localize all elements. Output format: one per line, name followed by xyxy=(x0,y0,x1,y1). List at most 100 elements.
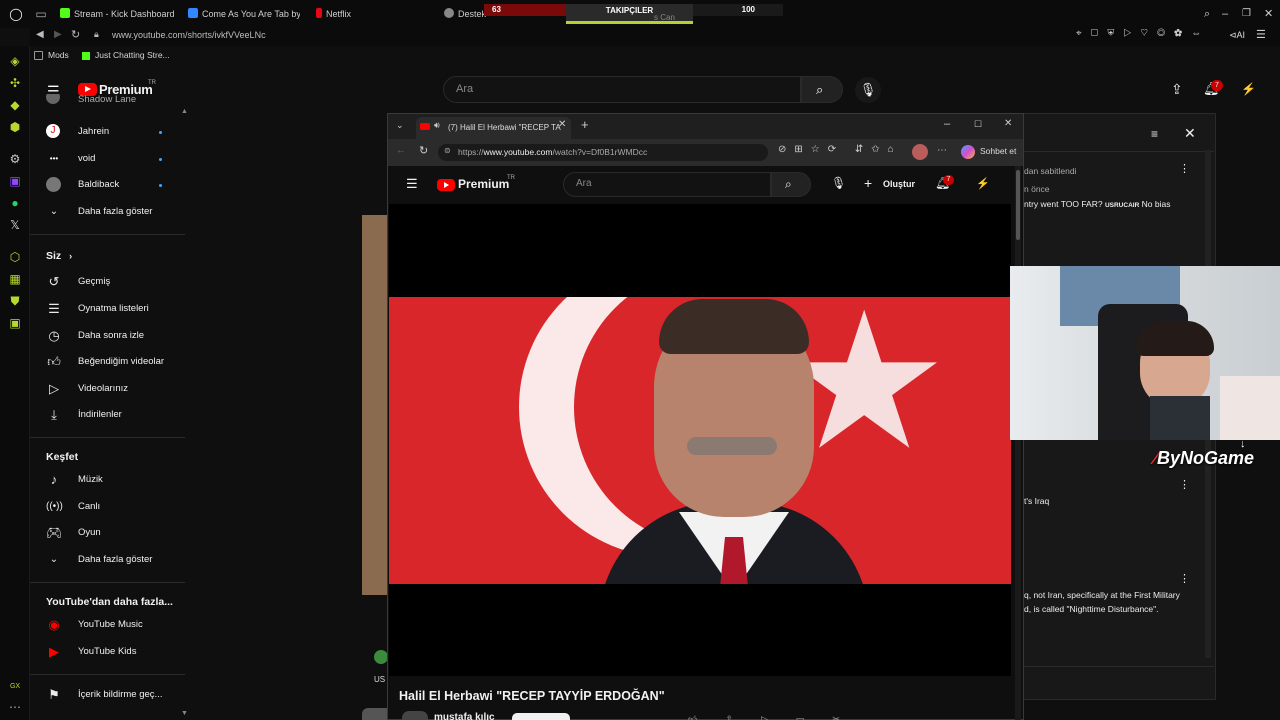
tab-kick-dashboard[interactable]: Stream - Kick Dashboard xyxy=(60,5,186,23)
sidebar-item-history[interactable]: ↺ Geçmiş xyxy=(30,269,185,295)
sidebar-item-sub-0[interactable]: Shadow Lane xyxy=(30,94,185,108)
maximize-icon[interactable]: ☐ xyxy=(974,119,982,130)
voice-search-icon[interactable]: 🎙︎ xyxy=(831,176,846,190)
sidebar-item-playlists[interactable]: ☰ Oynatma listeleri xyxy=(30,296,185,322)
tab-workspace-icon[interactable]: ▭ xyxy=(34,7,48,21)
voice-search-icon[interactable]: 🎙︎ xyxy=(855,77,881,103)
gx-box-icon[interactable]: ▣ xyxy=(8,316,22,330)
channel-avatar[interactable] xyxy=(402,711,428,720)
plus-icon: + xyxy=(864,175,873,191)
reload-icon[interactable]: ↻ xyxy=(419,144,428,157)
bookmark-just-chatting[interactable]: Just Chatting Stre... xyxy=(95,50,170,60)
maximize-icon[interactable]: ❐ xyxy=(1242,5,1254,23)
comment-menu-icon[interactable]: ⋮ xyxy=(1179,572,1190,585)
you-heading[interactable]: Siz › xyxy=(46,250,72,262)
scroll-up-icon[interactable]: ▲ xyxy=(181,108,188,115)
sidebar-item-your-videos[interactable]: ▷ Videolarınız xyxy=(30,376,185,402)
scrollbar-thumb[interactable] xyxy=(1016,170,1020,240)
settings-icon[interactable]: ⚙ xyxy=(8,152,22,166)
sidebar-item-gaming[interactable]: 🎮︎ Oyun xyxy=(30,520,185,546)
close-window-icon[interactable]: ✕ xyxy=(1264,5,1276,23)
comment-menu-icon[interactable]: ⋮ xyxy=(1179,478,1190,491)
whatsapp-icon[interactable]: ● xyxy=(8,196,22,210)
yt-sidebar: Shadow Lane ▲ J Jahrein ••• void Baldiba… xyxy=(30,94,188,720)
sidebar-item-liked[interactable]: 👍︎ Beğendiğim videolar xyxy=(30,349,185,375)
sidebar-item-live[interactable]: ((•)) Canlı xyxy=(30,494,185,520)
ai-button[interactable]: ⊲AI xyxy=(1229,30,1245,41)
popup-search-input[interactable]: Ara xyxy=(563,172,771,197)
more-icon[interactable]: ⋯ xyxy=(937,145,947,156)
forward-icon[interactable]: ▶ xyxy=(54,29,62,40)
sidebar-item-music[interactable]: ♪ Müzik xyxy=(30,467,185,493)
search-button[interactable]: ⌕ xyxy=(801,76,843,103)
action-buttons[interactable]: 👍︎⇧▷▭✂ xyxy=(688,714,868,720)
new-tab-icon[interactable]: + xyxy=(581,117,589,132)
site-info-icon[interactable]: ⊜ xyxy=(444,146,451,155)
popup-scrollbar[interactable] xyxy=(1015,166,1021,720)
sidebar-item-report-history[interactable]: ⚑ İçerik bildirme geç... xyxy=(30,682,185,708)
sidebar-item-downloads[interactable]: ⤓ İndirilenler xyxy=(30,402,185,428)
sort-icon[interactable]: ≡ xyxy=(1151,127,1158,141)
gx-news-icon[interactable]: ◆ xyxy=(8,98,22,112)
tab-come-as-you-are[interactable]: Come As You Are Tab by xyxy=(188,5,300,23)
url-field[interactable]: www.youtube.com/shorts/ivkfVVeeLNc xyxy=(112,30,266,40)
hamburger-icon[interactable]: ☰ xyxy=(406,176,418,192)
background-short-video[interactable] xyxy=(362,215,387,595)
gx-grid-icon[interactable]: ▦ xyxy=(8,272,22,286)
bg-video-button[interactable] xyxy=(362,708,387,720)
sidebar-item-watch-later[interactable]: ◷ Daha sonra izle xyxy=(30,323,185,349)
channel-name[interactable]: mustafa kılıç xyxy=(434,712,495,720)
sidebar-item-baldiback[interactable]: Baldiback xyxy=(30,172,185,198)
toolbar-icons[interactable]: ⌖▢⛨▷♡◎✿⇔ xyxy=(1076,28,1210,39)
back-icon[interactable]: ◀ xyxy=(36,29,44,40)
comment-input-area[interactable] xyxy=(1024,666,1214,688)
popup-search-button[interactable]: ⌕ xyxy=(771,172,811,197)
tab-list-icon[interactable]: ⌄ xyxy=(396,120,404,131)
gx-cube-icon[interactable]: ⬡ xyxy=(8,250,22,264)
opera-logo-icon[interactable]: ◯ xyxy=(9,7,23,21)
more-icon[interactable]: ⋯ xyxy=(8,700,22,714)
minimize-icon[interactable]: – xyxy=(944,118,950,130)
scroll-down-icon[interactable]: ▼ xyxy=(181,710,188,717)
thumbs-up-icon: 👍︎ xyxy=(47,354,61,369)
x-icon[interactable]: 𝕏 xyxy=(8,218,22,232)
show-more-explore[interactable]: ⌄ Daha fazla göster xyxy=(30,547,185,573)
history-icon: ↺ xyxy=(48,274,60,289)
comment-text: ntry went TOO FAR? USRUCAIR No bias xyxy=(1024,199,1171,209)
upload-icon[interactable]: ⇪ xyxy=(1171,81,1183,98)
tab-netflix[interactable]: Netflix xyxy=(316,5,376,23)
gx-corner-icon[interactable]: ◈ xyxy=(8,54,22,68)
subscribe-button[interactable] xyxy=(512,713,570,720)
show-more-subscriptions[interactable]: ⌄ Daha fazla göster xyxy=(30,199,185,225)
profile-avatar[interactable] xyxy=(912,144,928,160)
chat-button[interactable]: Sohbet et xyxy=(980,146,1016,156)
menu-icon[interactable]: ☰ xyxy=(1256,28,1266,41)
search-tabs-icon[interactable]: ⌕ xyxy=(1204,5,1216,23)
bookmark-mods[interactable]: Mods xyxy=(48,50,69,60)
speaker-icon[interactable]: 🔊︎ xyxy=(434,120,440,131)
youtube-logo-icon[interactable] xyxy=(437,179,455,191)
create-button[interactable]: Oluştur xyxy=(883,179,915,189)
search-input[interactable]: Ara xyxy=(443,76,801,103)
back-icon[interactable]: ← xyxy=(396,145,406,156)
reload-icon[interactable]: ↻ xyxy=(71,28,80,41)
popup-toolbar-icons[interactable]: ⊘⊞☆⟳ ⇵✩⌂ xyxy=(778,144,902,155)
close-window-icon[interactable]: ✕ xyxy=(1004,118,1012,129)
sidebar-item-void[interactable]: ••• void xyxy=(30,146,185,172)
popup-url-field[interactable]: https://www.youtube.com/watch?v=Df0B1rWM… xyxy=(438,144,768,161)
gx-hex-icon[interactable]: ⬢ xyxy=(8,120,22,134)
gx-shield-icon[interactable]: ⛊ xyxy=(8,294,22,308)
gx-control-icon[interactable]: ✣ xyxy=(8,76,22,90)
close-panel-icon[interactable]: ✕ xyxy=(1184,125,1196,142)
avatar-icon[interactable]: ⚡ xyxy=(1241,82,1256,96)
twitch-icon[interactable]: ▣ xyxy=(8,174,22,188)
channel-avatar[interactable] xyxy=(374,650,388,664)
video-player[interactable]: ★ xyxy=(389,204,1011,676)
sidebar-item-yt-kids[interactable]: ▶ YouTube Kids xyxy=(30,639,185,665)
sidebar-item-jahrein[interactable]: J Jahrein xyxy=(30,119,185,145)
avatar-icon[interactable]: ⚡ xyxy=(976,177,990,190)
minimize-icon[interactable]: – xyxy=(1222,5,1234,23)
sidebar-item-yt-music[interactable]: ◉ YouTube Music xyxy=(30,612,185,638)
close-tab-icon[interactable]: ✕ xyxy=(558,119,566,130)
comment-menu-icon[interactable]: ⋮ xyxy=(1179,162,1190,175)
